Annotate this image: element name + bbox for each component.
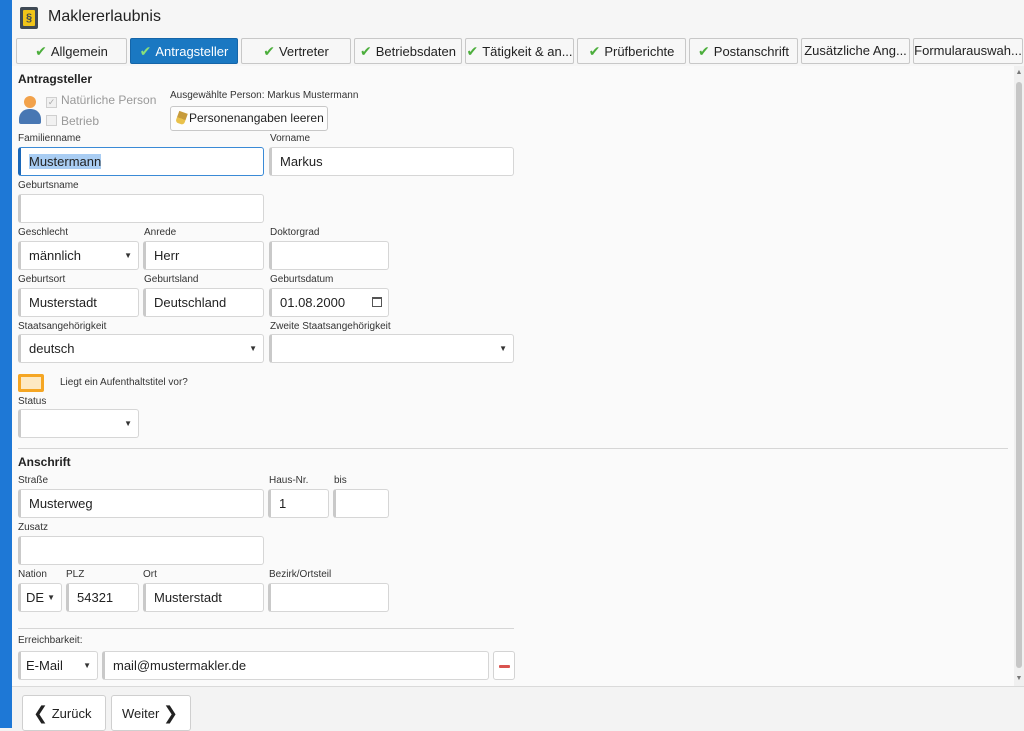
second-citizenship-label: Zweite Staatsangehörigkeit [270,321,391,332]
dropdown-arrow-icon: ▼ [124,419,132,428]
residence-permit-icon [18,374,44,392]
tab-formularauswahl[interactable]: Formularauswah... [913,38,1023,64]
tab-zusaetzliche-angaben[interactable]: Zusätzliche Ang... [801,38,910,64]
vertical-scrollbar[interactable]: ▲ ▼ [1014,66,1024,686]
remove-contact-button[interactable] [493,651,515,680]
house-number-to-label: bis [334,475,347,486]
dropdown-arrow-icon: ▼ [47,593,55,602]
gender-label: Geschlecht [18,227,69,238]
paragraph-book-icon: § [20,7,38,29]
residence-question-text: Liegt ein Aufenthaltstitel vor? [60,377,188,388]
title-bar: § Maklererlaubnis [12,0,1024,36]
city-label: Ort [143,569,157,580]
house-number-input[interactable]: 1 [268,489,329,518]
check-icon: ✔ [35,43,47,59]
district-input[interactable] [268,583,389,612]
section-divider [18,448,1008,449]
selected-person-text: Ausgewählte Person: Markus Mustermann [170,90,359,101]
calendar-icon[interactable] [372,297,382,307]
scrollbar-thumb[interactable] [1016,82,1022,668]
scroll-up-icon[interactable]: ▲ [1015,69,1023,77]
window-title: Maklererlaubnis [48,8,161,25]
address-suffix-label: Zusatz [18,522,49,533]
app-window: § Maklererlaubnis ✔ Allgemein ✔ Antragstel… [12,0,1024,731]
checkbox-icon [46,115,57,126]
section-title-address: Anschrift [18,455,71,469]
address-suffix-input[interactable] [18,536,264,565]
salutation-label: Anrede [144,227,177,238]
check-icon: ✔ [263,43,275,59]
birthplace-label: Geburtsort [18,274,66,285]
tab-postanschrift[interactable]: ✔ Postanschrift [689,38,798,64]
house-number-to-input[interactable] [333,489,389,518]
section-title-applicant: Antragsteller [18,72,93,86]
zip-input[interactable]: 54321 [66,583,139,612]
city-input[interactable]: Musterstadt [143,583,264,612]
back-button[interactable]: ❮ Zurück [22,695,106,731]
salutation-input[interactable]: Herr [143,241,264,270]
tab-vertreter[interactable]: ✔ Vertreter [241,38,351,64]
contact-value-input[interactable]: mail@mustermakler.de [102,651,489,680]
birthname-input[interactable] [18,194,264,223]
house-number-label: Haus-Nr. [269,475,309,486]
birthplace-input[interactable]: Musterstadt [18,288,139,317]
zip-label: PLZ [66,569,85,580]
surname-label: Familienname [18,133,81,144]
dropdown-arrow-icon: ▼ [124,251,132,260]
scroll-down-icon[interactable]: ▼ [1015,675,1023,683]
desktop-edge [0,0,12,728]
status-select[interactable]: ▼ [18,409,139,438]
tab-pruefberichte[interactable]: ✔ Prüfberichte [577,38,686,64]
clear-person-button[interactable]: Personenangaben leeren [170,106,328,131]
nation-select[interactable]: DE ▼ [18,583,62,612]
doctorate-input[interactable] [269,241,389,270]
firstname-input[interactable]: Markus [269,147,514,176]
footer-bar: ❮ Zurück Weiter ❯ [12,686,1024,731]
birthname-label: Geburtsname [18,180,79,191]
section-divider [18,628,514,629]
check-icon: ✔ [139,43,152,59]
surname-input[interactable]: Mustermann [18,147,264,176]
nation-label: Nation [18,569,47,580]
birthdate-input[interactable]: 01.08.2000 [269,288,389,317]
tab-allgemein[interactable]: ✔ Allgemein [16,38,127,64]
checkbox-icon: ✓ [46,97,57,108]
birthcountry-input[interactable]: Deutschland [143,288,264,317]
tab-taetigkeit[interactable]: ✔ Tätigkeit & an... [465,38,574,64]
street-input[interactable]: Musterweg [18,489,264,518]
tab-antragsteller[interactable]: ✔ Antragsteller [130,38,238,64]
contact-label: Erreichbarkeit: [18,635,83,646]
check-icon: ✔ [698,43,710,59]
contact-type-select[interactable]: E-Mail ▼ [18,651,98,680]
second-citizenship-select[interactable]: ▼ [269,334,514,363]
citizenship-label: Staatsangehörigkeit [18,321,107,332]
check-icon: ✔ [588,43,601,59]
next-button[interactable]: Weiter ❯ [111,695,191,731]
dropdown-arrow-icon: ▼ [249,344,257,353]
natural-person-checkbox[interactable]: ✓ Natürliche Person [46,93,156,108]
birthcountry-label: Geburtsland [144,274,199,285]
district-label: Bezirk/Ortsteil [269,569,332,580]
check-icon: ✔ [360,43,372,59]
status-label: Status [18,396,47,407]
form-content: Antragsteller ✓ Natürliche Person Betrieb… [12,66,1014,686]
minus-icon [499,665,510,668]
tab-betriebsdaten[interactable]: ✔ Betriebsdaten [354,38,462,64]
birthdate-label: Geburtsdatum [270,274,334,285]
check-icon: ✔ [466,43,479,59]
citizenship-select[interactable]: deutsch ▼ [18,334,264,363]
chevron-right-icon: ❯ [162,703,179,723]
doctorate-label: Doktorgrad [270,227,320,238]
dropdown-arrow-icon: ▼ [83,661,91,670]
gender-select[interactable]: männlich ▼ [18,241,139,270]
dropdown-arrow-icon: ▼ [499,344,507,353]
business-checkbox[interactable]: Betrieb [46,114,99,128]
person-icon [18,96,42,126]
firstname-label: Vorname [270,133,311,144]
broom-icon [175,110,188,126]
street-label: Straße [18,475,49,486]
chevron-left-icon: ❮ [33,703,49,723]
